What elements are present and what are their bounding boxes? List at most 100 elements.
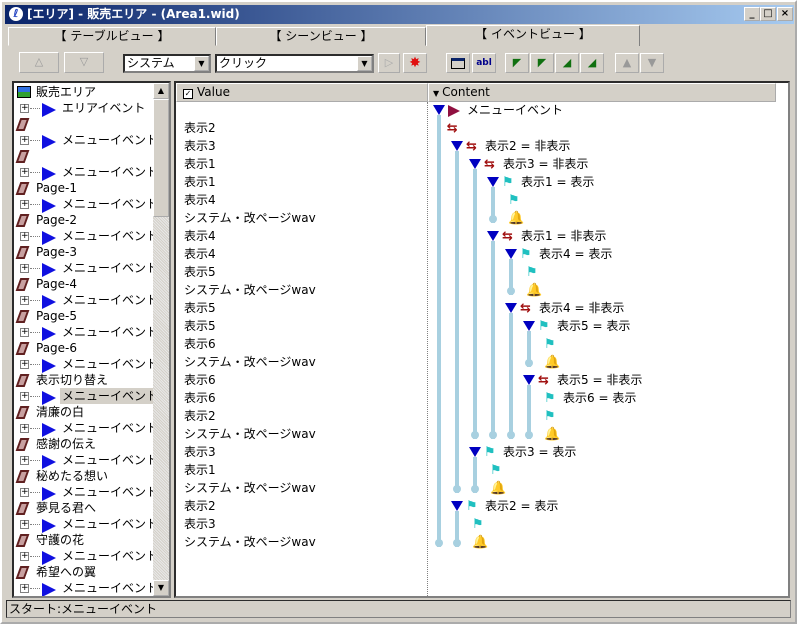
collapse-toggle-icon[interactable] xyxy=(487,177,499,187)
value-cell[interactable]: 表示1 xyxy=(184,173,216,191)
minimize-button[interactable]: _ xyxy=(744,7,760,21)
value-cell[interactable]: 表示1 xyxy=(184,461,216,479)
collapse-toggle-icon[interactable] xyxy=(505,249,517,259)
value-cell[interactable]: 表示5 xyxy=(184,263,216,281)
tab-table-view[interactable]: 【 テーブルビュー 】 xyxy=(8,27,216,46)
value-cell[interactable]: 表示2 xyxy=(184,407,216,425)
play-button[interactable]: ▷ xyxy=(378,53,400,73)
indent-all-icon[interactable]: ◤ xyxy=(505,53,529,73)
delete-star-icon[interactable]: ✸ xyxy=(403,53,427,73)
expand-icon[interactable]: + xyxy=(20,520,29,529)
tree-item-event[interactable]: + メニューイベント xyxy=(14,132,158,149)
collapse-toggle-icon[interactable] xyxy=(469,447,481,457)
tree-item-page[interactable]: 清廉の白 xyxy=(14,404,154,420)
tree-item-page[interactable]: Page-3 xyxy=(14,244,154,260)
text-field-icon[interactable]: abl xyxy=(472,53,496,73)
value-cell[interactable]: 表示1 xyxy=(184,155,216,173)
tree-item-event[interactable]: + メニューイベント xyxy=(14,516,158,533)
vertical-scrollbar[interactable]: ▲ ▼ xyxy=(153,83,169,596)
collapse-toggle-icon[interactable] xyxy=(505,303,517,313)
expand-icon[interactable]: + xyxy=(20,488,29,497)
tree-item-page[interactable] xyxy=(14,116,154,132)
collapse-toggle-icon[interactable] xyxy=(487,231,499,241)
expand-icon[interactable]: + xyxy=(20,360,29,369)
move-up-icon[interactable]: ▲ xyxy=(615,53,639,73)
tree-item-page[interactable]: Page-4 xyxy=(14,276,154,292)
tree-item-event[interactable]: + メニューイベント xyxy=(14,484,158,501)
tree-item-event[interactable]: + メニューイベント xyxy=(14,324,158,341)
scroll-up-arrow[interactable]: ▲ xyxy=(153,83,169,99)
scroll-thumb[interactable] xyxy=(153,99,169,217)
value-cell[interactable]: 表示2 xyxy=(184,119,216,137)
value-cell[interactable]: 表示6 xyxy=(184,371,216,389)
value-cell[interactable]: システム・改ページwav xyxy=(184,209,316,227)
tree-item-page[interactable]: Page-1 xyxy=(14,180,154,196)
value-cell[interactable]: システム・改ページwav xyxy=(184,281,316,299)
expand-icon[interactable]: + xyxy=(20,168,29,177)
outdent-icon[interactable]: ◢ xyxy=(555,53,579,73)
tree-item-event[interactable]: + メニューイベント xyxy=(14,452,158,469)
tree-item-event[interactable]: + メニューイベント xyxy=(14,388,161,405)
content-column-header[interactable]: ▼ Content xyxy=(428,83,776,102)
value-cell[interactable]: 表示2 xyxy=(184,497,216,515)
chevron-down-icon[interactable]: ▼ xyxy=(357,56,372,71)
tree-item-page[interactable]: 希望への翼 xyxy=(14,564,154,580)
tree-item-page[interactable]: Page-6 xyxy=(14,340,154,356)
tree-item-event[interactable]: + メニューイベント xyxy=(14,580,158,596)
tree-item-event[interactable]: + メニューイベント xyxy=(14,228,158,245)
value-cell[interactable]: システム・改ページwav xyxy=(184,353,316,371)
tree-item-area[interactable]: 販売エリア xyxy=(14,84,154,100)
value-cell[interactable]: 表示4 xyxy=(184,245,216,263)
chevron-down-icon[interactable]: ▼ xyxy=(194,56,209,71)
tree-item-page[interactable]: Page-2 xyxy=(14,212,154,228)
value-checkbox[interactable]: ✓ xyxy=(183,89,193,99)
tree-item-event[interactable]: + メニューイベント xyxy=(14,164,158,181)
collapse-toggle-icon[interactable] xyxy=(523,321,535,331)
expand-icon[interactable]: + xyxy=(20,552,29,561)
outdent-all-icon[interactable]: ◢ xyxy=(580,53,604,73)
tree-item-event[interactable]: + メニューイベント xyxy=(14,292,158,309)
indent-icon[interactable]: ◤ xyxy=(530,53,554,73)
value-cell[interactable]: 表示5 xyxy=(184,299,216,317)
value-cell[interactable]: システム・改ページwav xyxy=(184,425,316,443)
tree-item-event[interactable]: + メニューイベント xyxy=(14,356,158,373)
value-cell[interactable]: 表示6 xyxy=(184,335,216,353)
collapse-toggle-icon[interactable] xyxy=(523,375,535,385)
collapse-toggle-icon[interactable] xyxy=(433,105,445,115)
action-select[interactable]: クリック ▼ xyxy=(215,54,374,73)
window-icon[interactable] xyxy=(446,53,470,73)
expand-icon[interactable]: + xyxy=(20,424,29,433)
value-cell[interactable]: システム・改ページwav xyxy=(184,533,316,551)
value-cell[interactable]: 表示5 xyxy=(184,317,216,335)
value-cell[interactable]: 表示6 xyxy=(184,389,216,407)
tab-event-view[interactable]: 【 イベントビュー 】 xyxy=(426,25,640,46)
value-cell[interactable]: 表示4 xyxy=(184,227,216,245)
category-select[interactable]: システム ▼ xyxy=(123,54,211,73)
value-column-header[interactable]: ✓ Value xyxy=(176,83,428,102)
scroll-down-arrow[interactable]: ▼ xyxy=(153,580,169,596)
expand-icon[interactable]: + xyxy=(20,264,29,273)
expand-icon[interactable]: + xyxy=(20,584,29,593)
tree-item-event[interactable]: + メニューイベント xyxy=(14,420,158,437)
expand-icon[interactable]: + xyxy=(20,136,29,145)
tree-item-event[interactable]: + メニューイベント xyxy=(14,196,158,213)
value-cell[interactable]: 表示3 xyxy=(184,515,216,533)
tree-item-page[interactable]: Page-5 xyxy=(14,308,154,324)
expand-icon[interactable]: + xyxy=(20,392,29,401)
expand-icon[interactable]: + xyxy=(20,456,29,465)
tree-item-page[interactable]: 表示切り替え xyxy=(14,372,154,388)
sort-down-icon[interactable]: ▼ xyxy=(433,89,439,98)
tree-item-event[interactable]: + メニューイベント xyxy=(14,548,158,565)
expand-icon[interactable]: + xyxy=(20,232,29,241)
tree-item-event[interactable]: + エリアイベント xyxy=(14,100,154,117)
tree-item-page[interactable]: 夢見る君へ xyxy=(14,500,154,516)
tree-item-page[interactable]: 感謝の伝え xyxy=(14,436,154,452)
expand-icon[interactable]: + xyxy=(20,296,29,305)
expand-icon[interactable]: + xyxy=(20,104,29,113)
tree-item-page[interactable] xyxy=(14,148,154,164)
tree-item-page[interactable]: 守護の花 xyxy=(14,532,154,548)
tree-item-event[interactable]: + メニューイベント xyxy=(14,260,158,277)
value-cell[interactable]: 表示4 xyxy=(184,191,216,209)
maximize-button[interactable]: □ xyxy=(760,7,776,21)
collapse-toggle-icon[interactable] xyxy=(451,141,463,151)
